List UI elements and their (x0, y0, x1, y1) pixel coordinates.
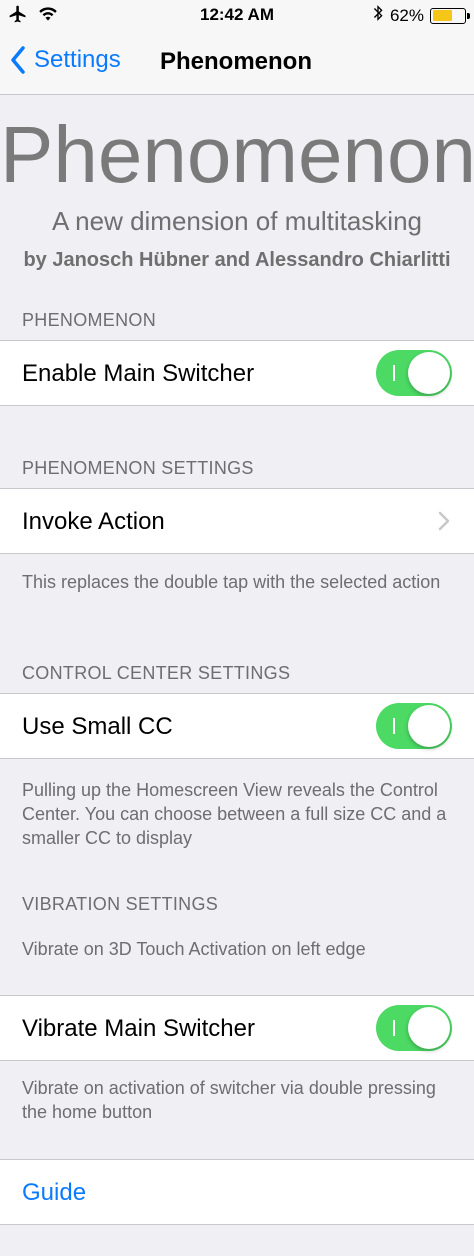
use-small-cc-row: Use Small CC (0, 693, 474, 759)
invoke-action-label: Invoke Action (22, 508, 165, 535)
vibrate-main-switcher-label: Vibrate Main Switcher (22, 1015, 255, 1042)
tweak-header: Phenomenon A new dimension of multitaski… (0, 110, 474, 272)
back-button-label: Settings (34, 46, 121, 73)
battery-percent: 62% (389, 5, 424, 25)
status-right: 62% (372, 4, 470, 27)
back-button[interactable]: Settings (10, 46, 121, 74)
enable-main-switcher-row: Enable Main Switcher (0, 340, 474, 406)
use-small-cc-label: Use Small CC (22, 713, 173, 740)
enable-main-switcher-label: Enable Main Switcher (22, 360, 255, 387)
use-small-cc-toggle[interactable] (376, 703, 452, 749)
control-center-footer: Pulling up the Homescreen View reveals t… (22, 780, 447, 848)
battery-fill (432, 10, 452, 21)
vibrate-main-switcher-toggle[interactable] (376, 1005, 452, 1051)
guide-row[interactable]: Guide (0, 1159, 474, 1225)
bluetooth-icon (372, 4, 384, 27)
guide-link[interactable]: Guide (22, 1179, 86, 1207)
battery-icon (430, 7, 470, 24)
vibration-footer: Vibrate on activation of switcher via do… (22, 1078, 436, 1122)
enable-main-switcher-toggle[interactable] (376, 350, 452, 396)
header-credit: by Janosch Hübner and Alessandro Chiarli… (23, 249, 451, 271)
page-title: Phenomenon (160, 48, 313, 75)
navigation-bar: Settings Phenomenon (0, 32, 474, 95)
header-title: Phenomenon (0, 110, 474, 199)
chevron-left-icon (11, 46, 25, 74)
vibration-subheader: Vibrate on 3D Touch Activation on left e… (22, 939, 366, 959)
header-subtitle: A new dimension of multitasking (52, 206, 422, 236)
section-header-control-center: CONTROL CENTER SETTINGS (22, 663, 291, 683)
chevron-right-icon (438, 511, 450, 531)
invoke-action-row[interactable]: Invoke Action (0, 488, 474, 554)
section-header-phenomenon-settings: PHENOMENON SETTINGS (22, 458, 254, 478)
invoke-action-footer: This replaces the double tap with the se… (22, 572, 441, 592)
section-header-vibration: VIBRATION SETTINGS (22, 894, 219, 914)
section-header-phenomenon: PHENOMENON (22, 310, 157, 330)
status-bar: 12:42 AM 62% (0, 0, 474, 32)
vibrate-main-switcher-row: Vibrate Main Switcher (0, 995, 474, 1061)
